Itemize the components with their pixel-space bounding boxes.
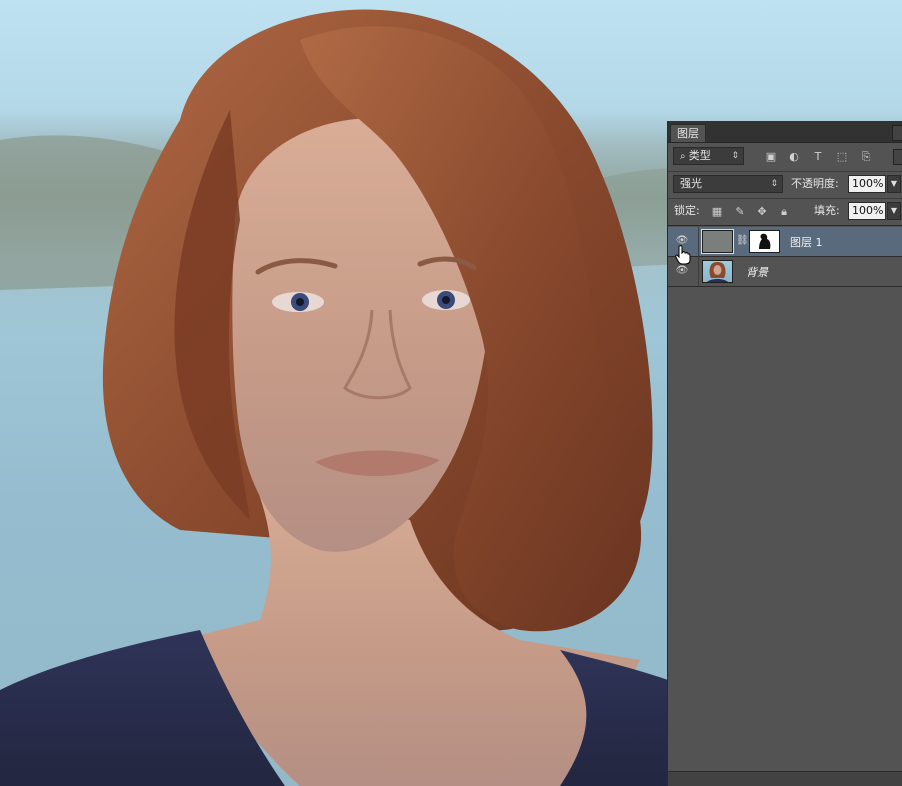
eye-icon: 👁︎	[675, 265, 689, 276]
filter-row: ⌕ 类型 ⇕ ▣ ◐ T ⬚ ⎘	[668, 143, 902, 172]
layer-name[interactable]: 图层 1	[790, 234, 823, 250]
fill-slider-button[interactable]: ▼	[887, 202, 901, 220]
shape-filter-icon[interactable]: ⬚	[835, 150, 849, 164]
smart-object-filter-icon[interactable]: ⎘	[859, 150, 873, 164]
layer-thumbnail[interactable]	[701, 229, 734, 254]
blend-mode-value: 强光	[680, 177, 702, 190]
adjustment-filter-icon[interactable]: ◐	[787, 150, 801, 164]
panel-menu-button[interactable]	[892, 125, 902, 141]
hand-cursor-icon	[675, 245, 691, 265]
lock-row: 锁定: ▦ ✎ ✥ 🔒︎ 填充: 100% ▼	[668, 199, 902, 226]
layer-mask-thumbnail[interactable]	[749, 230, 780, 253]
lock-label: 锁定:	[674, 204, 700, 217]
tab-layers[interactable]: 图层	[670, 124, 706, 142]
layer-name[interactable]: 背景	[746, 264, 768, 280]
fill-input[interactable]: 100%	[848, 202, 886, 220]
blend-row: 强光 ⇕ 不透明度: 100% ▼	[668, 172, 902, 199]
layer-row-background[interactable]: 👁︎ 背景	[668, 257, 902, 287]
filter-kind-dropdown[interactable]: ⌕ 类型 ⇕	[673, 147, 744, 165]
opacity-slider-button[interactable]: ▼	[887, 175, 901, 193]
layers-panel: 图层 ⌕ 类型 ⇕ ▣ ◐ T ⬚ ⎘ 强光 ⇕ 不透明度: 100% ▼ 锁定…	[667, 121, 902, 786]
lock-all-icon[interactable]: 🔒︎	[777, 205, 791, 219]
updown-arrow-icon: ⇕	[770, 179, 778, 189]
panel-tab-bar: 图层	[668, 121, 902, 143]
mask-silhouette-icon	[759, 233, 771, 249]
filter-toggle-button[interactable]	[893, 149, 902, 165]
lock-image-icon[interactable]: ✎	[733, 205, 747, 219]
panel-bottom-bar	[668, 771, 902, 786]
portrait-thumbnail-icon	[707, 262, 728, 282]
opacity-label: 不透明度:	[791, 177, 839, 190]
blend-mode-dropdown[interactable]: 强光 ⇕	[673, 175, 783, 193]
opacity-input[interactable]: 100%	[848, 175, 886, 193]
type-filter-icon[interactable]: T	[811, 150, 825, 164]
lock-position-icon[interactable]: ✥	[755, 205, 769, 219]
search-icon: ⌕	[680, 151, 689, 162]
background-thumbnail[interactable]	[702, 260, 733, 283]
image-filter-icon[interactable]: ▣	[764, 150, 778, 164]
chain-link-icon[interactable]: ⛓︎	[736, 235, 749, 246]
lock-transparent-icon[interactable]: ▦	[710, 205, 724, 219]
layer-row-1[interactable]: 👁︎ ⛓︎ 图层 1	[668, 227, 902, 257]
filter-kind-label: 类型	[688, 149, 711, 162]
fill-label: 填充:	[814, 204, 840, 217]
updown-arrow-icon: ⇕	[731, 151, 739, 161]
